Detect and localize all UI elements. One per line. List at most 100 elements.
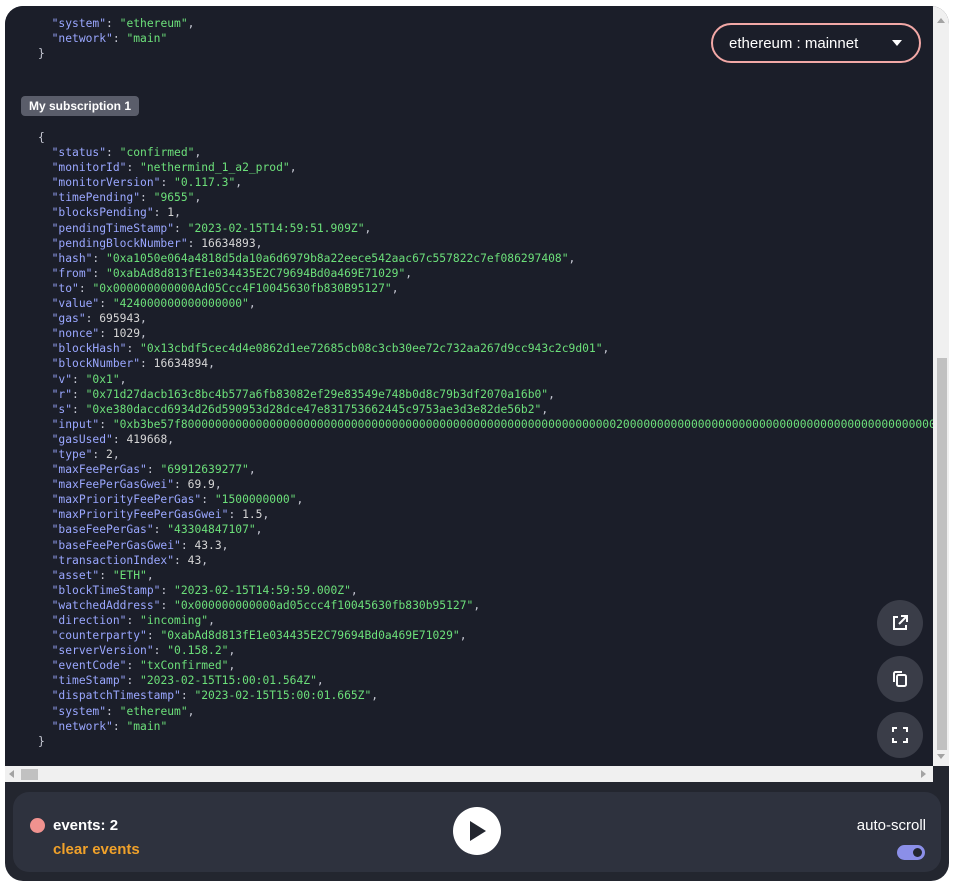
json-value: "2023-02-15T15:00:01.564Z" — [140, 674, 317, 688]
json-key: "pendingTimeStamp" — [51, 221, 175, 235]
json-key: "v" — [51, 372, 73, 386]
json-key: "network" — [51, 32, 113, 46]
network-select[interactable]: ethereum : mainnet — [711, 23, 921, 63]
event-json: { "status": "confirmed", "monitorId": "n… — [38, 130, 933, 749]
json-line-timeStamp: "timeStamp": "2023-02-15T15:00:01.564Z", — [51, 674, 324, 688]
json-value: 69.9 — [187, 478, 215, 492]
scroll-down-arrow-icon[interactable] — [937, 754, 945, 759]
json-key: "maxFeePerGasGwei" — [51, 478, 175, 492]
vertical-scroll-thumb[interactable] — [937, 358, 947, 750]
play-button[interactable] — [453, 807, 501, 855]
json-key: "counterparty" — [51, 629, 147, 643]
json-line-maxFeePerGas: "maxFeePerGas": "69912639277", — [51, 463, 256, 477]
chevron-down-icon — [892, 40, 902, 46]
json-line-system: "system": "ethereum", — [51, 704, 195, 718]
json-value: "9655" — [153, 191, 195, 205]
json-value: "2023-02-15T14:59:59.000Z" — [174, 583, 351, 597]
json-line-monitorId: "monitorId": "nethermind_1_a2_prod", — [51, 161, 297, 175]
json-line-value: "value": "424000000000000000", — [51, 297, 256, 311]
json-line-direction: "direction": "incoming", — [51, 614, 215, 627]
json-key: "timePending" — [51, 191, 141, 205]
json-key: "blockHash" — [51, 342, 127, 356]
json-key: "from" — [51, 266, 93, 280]
json-line-system: "system": "ethereum", — [51, 17, 195, 30]
json-key: "eventCode" — [51, 659, 127, 673]
copy-button[interactable] — [877, 656, 923, 702]
json-open-brace: { — [38, 131, 45, 144]
controls-bar: events: 2 clear events auto-scroll — [13, 792, 941, 872]
json-value: "incoming" — [140, 614, 209, 627]
json-value: "confirmed" — [119, 146, 195, 160]
previous-event-json: "system": "ethereum", "network": "main"} — [38, 16, 194, 61]
vertical-scrollbar[interactable] — [933, 6, 949, 766]
json-value: "0x000000000000ad05ccc4f10045630fb830b95… — [174, 598, 474, 612]
json-line-maxPriorityFeePerGasGwei: "maxPriorityFeePerGasGwei": 1.5, — [51, 508, 270, 522]
json-line-input: "input": "0xb3be57f800000000000000000000… — [38, 417, 933, 432]
json-value: "ETH" — [112, 568, 147, 582]
json-key: "maxPriorityFeePerGasGwei" — [51, 508, 229, 522]
json-value: "0.158.2" — [167, 644, 229, 658]
json-value: "2023-02-15T14:59:51.909Z" — [187, 221, 365, 235]
json-line-monitorVersion: "monitorVersion": "0.117.3", — [51, 176, 243, 190]
json-value: "main" — [126, 719, 168, 733]
json-line-serverVersion: "serverVersion": "0.158.2", — [51, 644, 236, 658]
json-key: "maxFeePerGas" — [51, 463, 147, 477]
external-link-icon — [893, 615, 908, 630]
json-value: 2 — [106, 447, 113, 461]
events-log-viewport[interactable]: "system": "ethereum", "network": "main"}… — [5, 6, 933, 766]
json-value: "0xb3be57f800000000000000000000000000000… — [112, 417, 933, 431]
json-line-baseFeePerGasGwei: "baseFeePerGasGwei": 43.3, — [51, 538, 229, 552]
network-select-label: ethereum : mainnet — [729, 34, 859, 52]
subscription-label: My subscription 1 — [21, 96, 140, 116]
json-line-type: "type": 2, — [51, 447, 120, 461]
json-line-r: "r": "0x71d27dacb163c8bc4b577a6fb83082ef… — [51, 387, 555, 401]
json-key: "watchedAddress" — [51, 598, 161, 612]
json-value: "0x000000000000Ad05Ccc4F10045630fb830B95… — [92, 281, 392, 295]
json-value: 43 — [187, 553, 202, 567]
json-line-network: "network": "main" — [51, 32, 168, 46]
scroll-right-arrow-icon[interactable] — [921, 770, 926, 778]
copy-icon — [893, 671, 907, 687]
json-key: "blockNumber" — [51, 357, 141, 371]
json-line-from: "from": "0xabAd8d813fE1e034435E2C79694Bd… — [51, 266, 413, 280]
json-value: "txConfirmed" — [140, 659, 229, 673]
json-key: "to" — [51, 281, 79, 295]
json-line-blocksPending: "blocksPending": 1, — [51, 206, 181, 220]
horizontal-scroll-thumb[interactable] — [21, 769, 38, 780]
json-value: "0x1" — [85, 372, 120, 386]
scroll-left-arrow-icon[interactable] — [9, 770, 14, 778]
json-value: "43304847107" — [167, 523, 256, 537]
json-line-counterparty: "counterparty": "0xabAd8d813fE1e034435E2… — [51, 629, 467, 643]
json-close-brace: } — [38, 47, 45, 61]
horizontal-scrollbar[interactable] — [5, 766, 933, 782]
json-key: "input" — [51, 417, 100, 431]
json-line-blockHash: "blockHash": "0x13cbdf5cec4d4e0862d1ee72… — [51, 342, 610, 356]
json-value: "ethereum" — [119, 17, 188, 30]
json-value: "0x71d27dacb163c8bc4b577a6fb83082ef29e83… — [85, 387, 549, 401]
clear-events-button[interactable]: clear events — [53, 841, 140, 858]
json-key: "serverVersion" — [51, 644, 154, 658]
autoscroll-toggle[interactable] — [897, 845, 925, 860]
json-key: "asset" — [51, 568, 100, 582]
json-value: "0xe380daccd6934d26d590953d28dce47e83175… — [85, 402, 542, 416]
scroll-up-arrow-icon[interactable] — [937, 18, 945, 23]
json-key: "s" — [51, 402, 73, 416]
json-value: "1500000000" — [214, 493, 297, 507]
json-key: "direction" — [51, 614, 127, 627]
json-line-nonce: "nonce": 1029, — [51, 327, 147, 341]
fullscreen-button[interactable] — [877, 712, 923, 758]
json-key: "monitorVersion" — [51, 176, 161, 190]
json-value: "2023-02-15T15:00:01.665Z" — [194, 689, 372, 703]
json-value: "nethermind_1_a2_prod" — [140, 161, 290, 175]
json-line-timePending: "timePending": "9655", — [51, 191, 202, 205]
json-value: "424000000000000000" — [112, 297, 249, 311]
json-key: "maxPriorityFeePerGas" — [51, 493, 202, 507]
events-panel: "system": "ethereum", "network": "main"}… — [5, 6, 949, 881]
open-external-button[interactable] — [877, 600, 923, 646]
json-key: "hash" — [51, 251, 93, 265]
json-line-v: "v": "0x1", — [51, 372, 127, 386]
json-close-brace: } — [38, 734, 45, 748]
json-value: 1029 — [112, 327, 141, 341]
events-count: events: 2 — [53, 817, 119, 834]
json-line-transactionIndex: "transactionIndex": 43, — [51, 553, 209, 567]
